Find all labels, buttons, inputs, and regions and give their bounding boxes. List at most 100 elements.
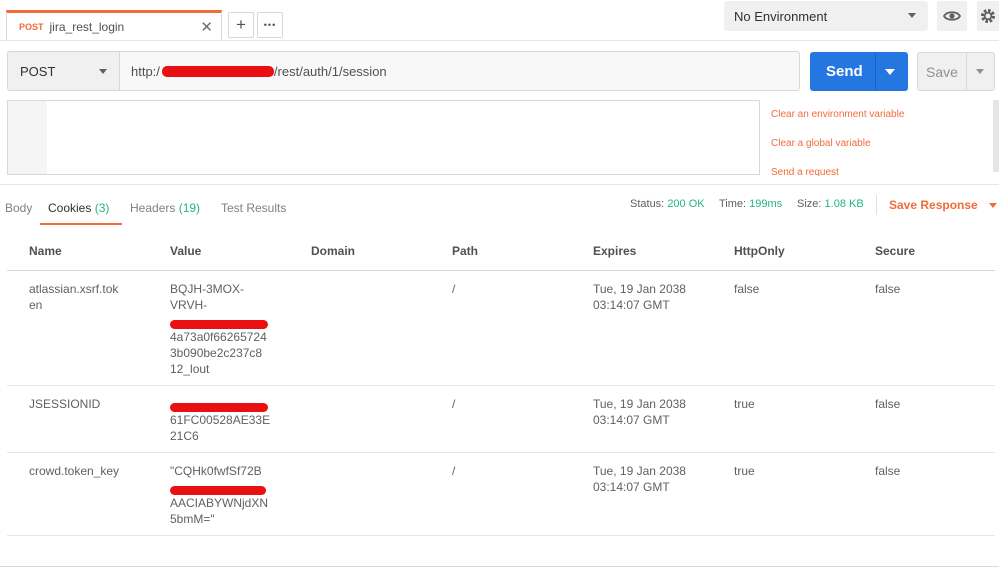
column-header: Expires xyxy=(593,244,637,258)
cookie-path: / xyxy=(452,464,456,478)
table-header: Name Value Domain Path Expires HttpOnly … xyxy=(7,224,995,271)
chevron-down-icon xyxy=(99,69,107,74)
tab-label: Headers xyxy=(130,201,176,215)
text-line: 3b090be2c237c8 xyxy=(170,346,263,360)
eye-icon xyxy=(943,11,961,21)
cookie-name: crowd.token_key xyxy=(29,463,119,479)
redaction-line xyxy=(170,313,268,329)
snippet-link[interactable]: Send a request xyxy=(771,158,991,176)
text-line: 61FC00528AE33E xyxy=(170,413,271,427)
save-label: Save xyxy=(926,63,958,80)
column-header: HttpOnly xyxy=(734,244,785,258)
cookie-expires: Tue, 19 Jan 2038 03:14:07 GMT xyxy=(593,281,686,313)
text-line: 03:14:07 GMT xyxy=(593,480,670,494)
text-line: Tue, 19 Jan 2038 xyxy=(593,282,686,296)
tab-cookies[interactable]: Cookies (3) xyxy=(48,201,109,215)
request-tab[interactable]: POST jira_rest_login ✕ xyxy=(6,10,222,41)
cookie-secure: false xyxy=(875,464,901,478)
cookie-path: / xyxy=(452,397,456,411)
table-row: crowd.token_key "CQHk0fwfSf72B AACIABYWN… xyxy=(7,453,995,536)
more-icon: ••• xyxy=(263,20,277,30)
cookie-expires: Tue, 19 Jan 2038 03:14:07 GMT xyxy=(593,463,686,495)
time-meta: Time: 199ms xyxy=(719,198,782,210)
column-header: Domain xyxy=(311,244,356,258)
text-line: VRVH- xyxy=(170,298,208,312)
gear-icon xyxy=(981,9,995,23)
tab-headers[interactable]: Headers (19) xyxy=(130,201,200,215)
cookie-httponly: true xyxy=(734,397,755,411)
chevron-down-icon[interactable] xyxy=(976,69,984,74)
environment-select[interactable]: No Environment xyxy=(724,1,928,31)
method-value: POST xyxy=(20,63,56,79)
size-meta: Size: 1.08 KB xyxy=(797,198,864,210)
redaction-mark xyxy=(161,65,274,77)
tab-label: Cookies xyxy=(48,201,92,215)
tab-count: (19) xyxy=(178,201,201,215)
cookie-httponly: true xyxy=(734,464,755,478)
save-response-label: Save Response xyxy=(889,198,978,212)
close-icon[interactable]: ✕ xyxy=(200,18,213,36)
snippet-link[interactable]: Clear an environment variable xyxy=(771,100,991,129)
tab-body[interactable]: Body xyxy=(5,201,32,215)
divider xyxy=(875,52,876,91)
environment-value: No Environment xyxy=(734,8,828,24)
text-line: crowd.token_key xyxy=(29,464,120,478)
cookies-table: Name Value Domain Path Expires HttpOnly … xyxy=(7,224,995,536)
text-line: en xyxy=(29,298,43,312)
snippets-list: Clear an environment variable Clear a gl… xyxy=(771,100,991,176)
text-line: 21C6 xyxy=(170,429,199,443)
column-header: Name xyxy=(29,244,62,258)
status-label: Status: xyxy=(630,198,665,210)
manage-environments-button[interactable] xyxy=(977,1,999,31)
method-select[interactable]: POST xyxy=(7,51,120,91)
status-value: 200 OK xyxy=(667,198,705,210)
save-response-button[interactable]: Save Response xyxy=(889,198,998,212)
table-row: JSESSIONID 61FC00528AE33E 21C6 / Tue, 19… xyxy=(7,386,995,453)
column-header: Path xyxy=(452,244,479,258)
cookie-value: "CQHk0fwfSf72B AACIABYWNjdXN 5bmM=" xyxy=(170,463,268,527)
status-meta: Status: 200 OK xyxy=(630,198,705,210)
url-input[interactable]: http:/ /rest/auth/1/session xyxy=(119,51,800,91)
size-label: Size: xyxy=(797,198,822,210)
text-line: "CQHk0fwfSf72B xyxy=(170,464,262,478)
text-line: 12_lout xyxy=(170,362,210,376)
text-line: 4a73a0f66265724 xyxy=(170,330,267,344)
url-suffix: /rest/auth/1/session xyxy=(273,63,387,79)
redaction-mark xyxy=(170,403,268,412)
environment-quick-look-button[interactable] xyxy=(937,1,967,31)
time-label: Time: xyxy=(719,198,747,210)
divider xyxy=(876,195,877,215)
new-tab-button[interactable]: + xyxy=(228,12,254,38)
divider xyxy=(0,566,999,567)
cookie-secure: false xyxy=(875,282,901,296)
response-tabs-bar: Body Cookies (3) Headers (19) Test Resul… xyxy=(0,184,999,225)
save-button[interactable]: Save xyxy=(917,52,995,91)
url-prefix: http:/ xyxy=(131,63,160,79)
script-editor[interactable] xyxy=(7,100,760,175)
tab-label: Test Results xyxy=(221,201,287,215)
redaction-mark xyxy=(170,486,266,495)
redaction-line xyxy=(170,396,270,412)
tab-options-button[interactable]: ••• xyxy=(257,12,283,38)
tab-count: (3) xyxy=(94,201,110,215)
top-bar: POST jira_rest_login ✕ + ••• No Environm… xyxy=(0,0,999,41)
time-value: 199ms xyxy=(749,198,783,210)
text-line: atlassian.xsrf.tok xyxy=(29,282,119,296)
redaction-line xyxy=(170,479,268,495)
cookie-name: atlassian.xsrf.tok en xyxy=(29,281,118,313)
text-line: 5bmM=" xyxy=(170,512,215,526)
divider xyxy=(966,53,967,90)
tab-label: Body xyxy=(5,201,33,215)
send-button[interactable]: Send xyxy=(810,52,908,91)
plus-icon: + xyxy=(236,15,246,34)
snippet-link[interactable]: Clear a global variable xyxy=(771,129,991,158)
tab-test-results[interactable]: Test Results xyxy=(221,201,286,215)
scrollbar[interactable] xyxy=(993,100,999,172)
editor-gutter xyxy=(8,101,47,174)
chevron-down-icon xyxy=(908,13,916,18)
text-line: AACIABYWNjdXN xyxy=(170,496,269,510)
text-line: BQJH-3MOX- xyxy=(170,282,245,296)
cookie-expires: Tue, 19 Jan 2038 03:14:07 GMT xyxy=(593,396,686,428)
column-header: Secure xyxy=(875,244,916,258)
chevron-down-icon[interactable] xyxy=(885,69,895,75)
